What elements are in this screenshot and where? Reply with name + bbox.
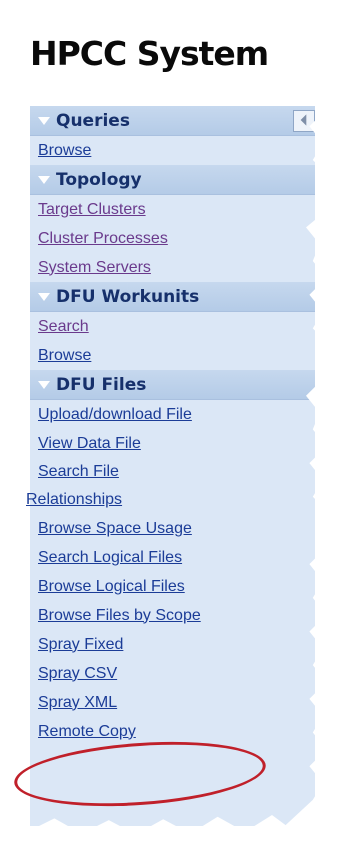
menu-item-dfu-search[interactable]: Search xyxy=(30,312,315,341)
app-title: HPCC System xyxy=(30,34,269,73)
expand-triangle-icon xyxy=(38,116,50,125)
expand-triangle-icon xyxy=(38,380,50,389)
collapse-panel-icon[interactable]: ⏴ xyxy=(293,110,315,132)
menu-item-queries-browse[interactable]: Browse xyxy=(30,136,315,165)
menu-item-spray-xml[interactable]: Spray XML xyxy=(30,688,315,717)
menu-item-spray-fixed[interactable]: Spray Fixed xyxy=(30,630,315,659)
page: HPCC System Queries ⏴ Browse Topology Ta… xyxy=(0,0,358,842)
menu-item-search-file-relationships-cont[interactable]: Relationships xyxy=(26,486,315,514)
section-title: Topology xyxy=(56,169,142,190)
content-pane-edge xyxy=(330,486,340,835)
menu-item-spray-csv[interactable]: Spray CSV xyxy=(30,659,315,688)
menu-item-target-clusters[interactable]: Target Clusters xyxy=(30,195,315,224)
section-title: Queries xyxy=(56,110,130,131)
section-queries[interactable]: Queries ⏴ xyxy=(30,106,315,136)
expand-triangle-icon xyxy=(38,175,50,184)
menu-item-cluster-processes[interactable]: Cluster Processes xyxy=(30,224,315,253)
menu-item-upload-download-file[interactable]: Upload/download File xyxy=(30,400,315,429)
section-dfu-files[interactable]: DFU Files xyxy=(30,370,315,400)
menu-item-system-servers[interactable]: System Servers xyxy=(30,253,315,282)
torn-paper-panel: HPCC System Queries ⏴ Browse Topology Ta… xyxy=(0,0,340,835)
menu-item-search-file-relationships[interactable]: Search File xyxy=(30,458,315,486)
menu-item-dfu-browse[interactable]: Browse xyxy=(30,341,315,370)
section-title: DFU Files xyxy=(56,374,147,395)
menu-item-browse-files-by-scope[interactable]: Browse Files by Scope xyxy=(30,601,315,630)
menu-item-browse-space-usage[interactable]: Browse Space Usage xyxy=(30,514,315,543)
menu-item-view-data-file[interactable]: View Data File xyxy=(30,429,315,458)
menu-item-search-logical-files[interactable]: Search Logical Files xyxy=(30,543,315,572)
navigation-menu: Queries ⏴ Browse Topology Target Cluster… xyxy=(26,106,340,835)
expand-triangle-icon xyxy=(38,292,50,301)
section-title: DFU Workunits xyxy=(56,286,200,307)
menu-item-browse-logical-files[interactable]: Browse Logical Files xyxy=(30,572,315,601)
section-topology[interactable]: Topology xyxy=(30,165,315,195)
section-dfu-workunits[interactable]: DFU Workunits xyxy=(30,282,315,312)
